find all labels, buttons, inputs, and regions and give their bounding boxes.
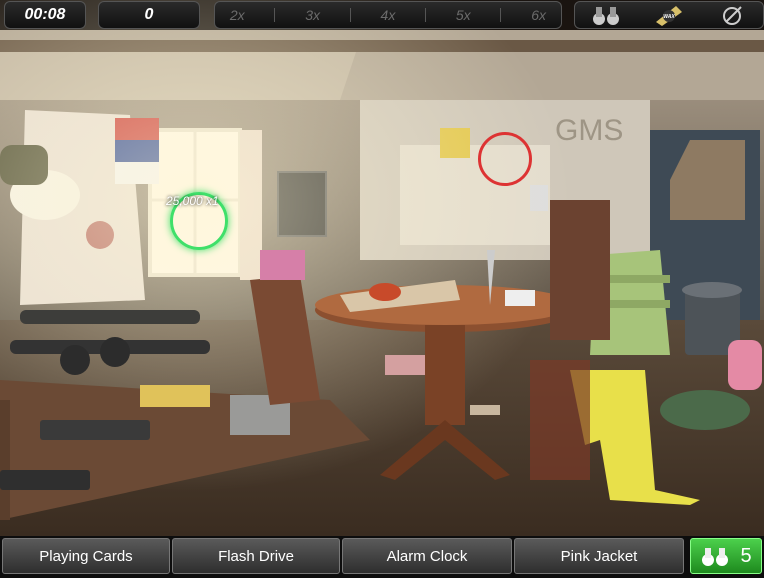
- multiplier-3x: 3x: [305, 7, 320, 23]
- hint-count: 5: [740, 544, 752, 567]
- wax-label: WAX: [663, 14, 675, 20]
- multiplier-bar: 2x 3x 4x 5x 6x: [214, 1, 562, 29]
- top-hud: 00:08 0 2x 3x 4x 5x 6x WAX: [0, 0, 764, 30]
- target-object-ring[interactable]: [478, 132, 532, 186]
- binoculars-tool-button[interactable]: [586, 3, 626, 27]
- item-pink-jacket[interactable]: Pink Jacket: [514, 538, 684, 574]
- score: 0: [98, 1, 200, 29]
- item-list-bar: Playing Cards Flash Drive Alarm Clock Pi…: [0, 536, 764, 578]
- item-flash-drive[interactable]: Flash Drive: [172, 538, 340, 574]
- multiplier-4x: 4x: [380, 7, 396, 23]
- hidden-object-scene[interactable]: GMS: [0, 0, 764, 578]
- item-alarm-clock[interactable]: Alarm Clock: [342, 538, 512, 574]
- wax-icon: WAX: [655, 6, 682, 26]
- compass-tool-button[interactable]: [712, 3, 752, 27]
- multiplier-6x: 6x: [531, 7, 546, 23]
- tool-bar: WAX: [574, 1, 764, 29]
- multiplier-2x: 2x: [229, 7, 245, 23]
- wax-tool-button[interactable]: WAX: [649, 3, 689, 27]
- binoculars-icon: [702, 548, 729, 566]
- compass-icon: [722, 6, 742, 25]
- points-popup: 25,000 x1: [166, 194, 219, 208]
- item-playing-cards[interactable]: Playing Cards: [2, 538, 170, 574]
- multiplier-5x: 5x: [455, 7, 471, 23]
- points-value: 25,000: [166, 194, 203, 208]
- points-multiplier: x1: [206, 194, 219, 208]
- timer: 00:08: [4, 1, 86, 29]
- binoculars-icon: [593, 7, 620, 25]
- hint-button[interactable]: 5: [690, 538, 762, 574]
